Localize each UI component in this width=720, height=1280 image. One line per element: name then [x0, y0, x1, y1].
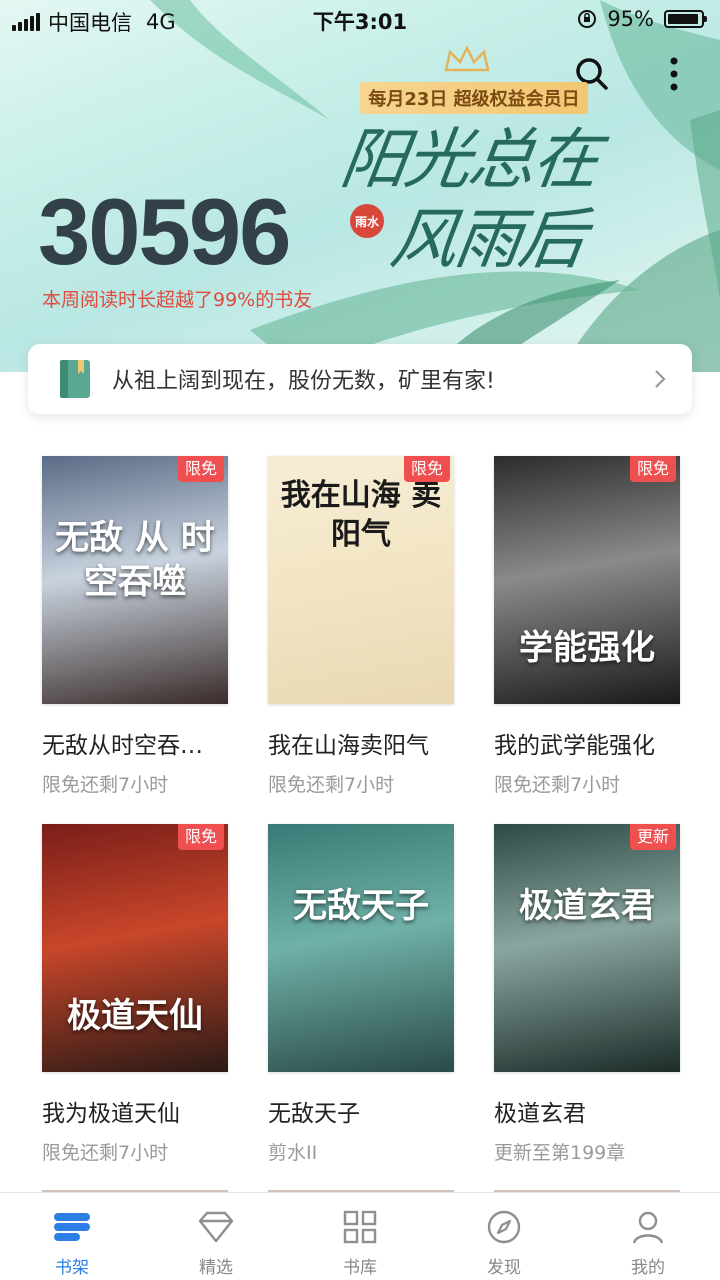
- book-cover[interactable]: 我在山海 卖阳气 限免: [268, 456, 454, 704]
- reading-time-subtitle: 本周阅读时长超越了99%的书友: [42, 289, 313, 311]
- crown-icon: [444, 45, 490, 72]
- book-status: 限免还剩7小时: [42, 1142, 169, 1164]
- status-bar: 中国电信 4G 下午3:01 95%: [0, 0, 720, 40]
- book-icon: [60, 360, 90, 398]
- status-badge: 限免: [177, 824, 224, 850]
- book-cover[interactable]: 无敌 从 时空吞噬 限免: [42, 456, 228, 704]
- profile-icon: [630, 1209, 666, 1245]
- book-cover[interactable]: 学能强化 限免: [494, 456, 680, 704]
- book-card[interactable]: 无敌 从 时空吞噬 限免无敌从时空吞… 限免还剩7小时: [42, 456, 228, 797]
- book-title: 无敌从时空吞…: [42, 733, 203, 759]
- battery-icon: [664, 10, 707, 28]
- book-cover[interactable]: 无敌天子: [268, 824, 454, 1072]
- header-actions: [572, 54, 694, 94]
- diamond-icon: [197, 1209, 235, 1245]
- cover-art-title: 我在山海 卖阳气: [280, 478, 442, 552]
- book-cover[interactable]: 极道玄君 更新: [494, 824, 680, 1072]
- book-status: 限免还剩7小时: [494, 774, 621, 796]
- header-banner: 中国电信 4G 下午3:01 95% 每月23日 超级权益会员日 阳光总在 雨水…: [0, 0, 720, 372]
- daily-quote-card[interactable]: 从祖上阔到现在，股份无数，矿里有家!: [28, 344, 692, 414]
- nav-grid[interactable]: 书库: [288, 1193, 432, 1280]
- nav-label: 精选: [199, 1258, 233, 1278]
- nav-label: 书架: [55, 1258, 89, 1278]
- compass-icon: [486, 1209, 522, 1245]
- book-title: 无敌天子: [268, 1101, 360, 1127]
- status-right: 95%: [577, 7, 707, 31]
- book-card[interactable]: 我在山海 卖阳气 限免我在山海卖阳气限免还剩7小时: [268, 456, 454, 797]
- book-status: 剪水II: [268, 1142, 318, 1164]
- book-card[interactable]: 极道天仙 限免我为极道天仙限免还剩7小时: [42, 824, 228, 1165]
- battery-percent: 95%: [607, 7, 654, 31]
- book-card[interactable]: 学能强化 限免我的武学能强化限免还剩7小时: [494, 456, 680, 797]
- seal-stamp: 雨水: [350, 204, 384, 238]
- bookshelf-icon: [52, 1209, 92, 1245]
- book-title: 极道玄君: [494, 1101, 586, 1127]
- nav-label: 我的: [631, 1258, 665, 1278]
- nav-bookshelf[interactable]: 书架: [0, 1193, 144, 1280]
- cover-art-title: 极道天仙: [67, 996, 203, 1036]
- quote-text: 从祖上阔到现在，股份无数，矿里有家!: [112, 369, 495, 394]
- bottom-navigation: 书架 精选 书库 发现 我的: [0, 1192, 720, 1280]
- book-card[interactable]: 极道玄君 更新极道玄君更新至第199章: [494, 824, 680, 1165]
- more-icon[interactable]: [654, 54, 694, 94]
- book-cover[interactable]: 极道天仙 限免: [42, 824, 228, 1072]
- nav-compass[interactable]: 发现: [432, 1193, 576, 1280]
- book-status: 限免还剩7小时: [42, 774, 169, 796]
- chevron-right-icon: [655, 370, 666, 388]
- reading-time-number[interactable]: 30596: [38, 178, 291, 286]
- status-badge: 更新: [629, 824, 676, 850]
- cover-art-title: 极道玄君: [519, 886, 655, 926]
- cover-art-title: 无敌天子: [293, 886, 429, 926]
- book-card[interactable]: 无敌天子 无敌天子 剪水II: [268, 824, 454, 1165]
- book-title: 我的武学能强化: [494, 733, 655, 759]
- book-status: 更新至第199章: [494, 1142, 626, 1164]
- rotation-lock-icon: [578, 10, 597, 28]
- nav-label: 书库: [343, 1258, 377, 1278]
- slogan-line2: 风雨后: [385, 201, 589, 278]
- book-status: 限免还剩7小时: [268, 774, 395, 796]
- nav-label: 发现: [487, 1258, 521, 1278]
- book-title: 我为极道天仙: [42, 1101, 180, 1127]
- status-badge: 限免: [629, 456, 676, 482]
- cover-art-title: 无敌 从 时空吞噬: [55, 518, 215, 603]
- status-badge: 限免: [177, 456, 224, 482]
- status-badge: 限免: [403, 456, 450, 482]
- grid-icon: [343, 1209, 377, 1245]
- nav-diamond[interactable]: 精选: [144, 1193, 288, 1280]
- cover-art-title: 学能强化: [519, 628, 655, 668]
- nav-profile[interactable]: 我的: [576, 1193, 720, 1280]
- book-title: 我在山海卖阳气: [268, 733, 429, 759]
